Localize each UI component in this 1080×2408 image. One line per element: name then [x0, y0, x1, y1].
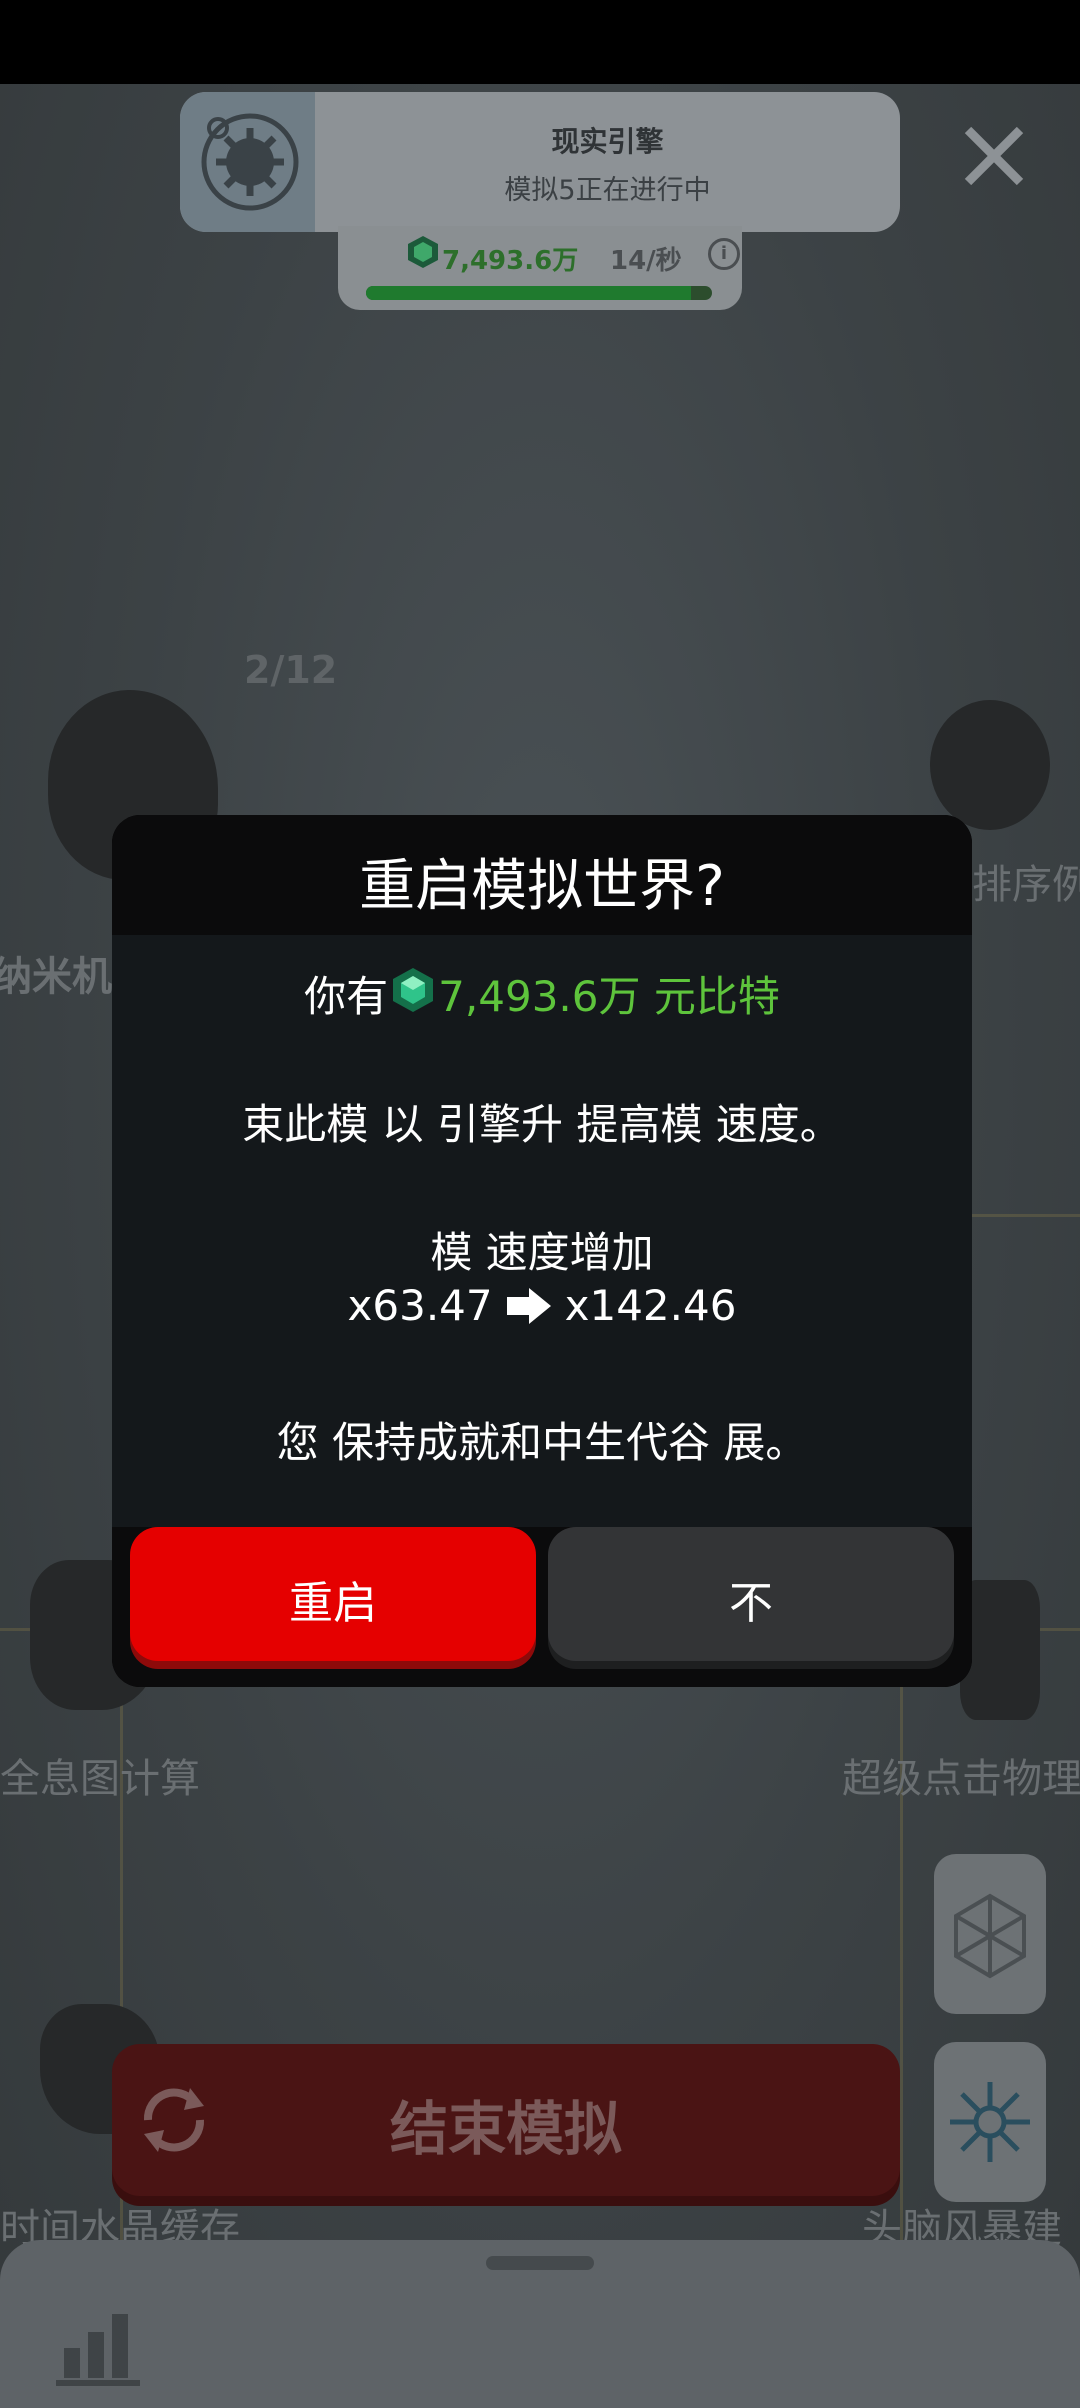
gear-icon [201, 113, 299, 211]
status-bar [0, 0, 1080, 84]
node-rock[interactable] [930, 700, 1050, 830]
engine-title: 现实引擎 [551, 125, 664, 158]
engine-card[interactable]: 现实引擎 模拟5正在进行中 [180, 92, 900, 232]
restart-button[interactable]: 重启 [130, 1527, 536, 1661]
balance-line: 你有 7,493.6万 元比特 [112, 963, 972, 1024]
end-simulation-button[interactable]: 结束模拟 [112, 2044, 900, 2196]
restart-dialog: 重启模拟世界? 你有 7,493.6万 元比特 束此模 以 引擎升 提高模 速度… [112, 815, 972, 1687]
dialog-title: 重启模拟世界? [359, 854, 725, 919]
keep-progress-note: 您 保持成就和中生代谷 展。 [276, 1418, 808, 1467]
gem-icon [393, 968, 434, 1012]
node-label: 超级点击物理 [842, 1756, 1080, 1802]
info-icon[interactable]: i [708, 238, 740, 270]
resource-amount: 7,493.6万 [442, 246, 579, 276]
level-counter: 2/12 [244, 648, 338, 692]
dialog-header: 重启模拟世界? [112, 815, 972, 935]
progress-bar-fill [366, 286, 692, 300]
node-label: 全息图计算 [0, 1756, 200, 1802]
network-button[interactable] [934, 1854, 1046, 2014]
speed-to: x142.46 [564, 1281, 737, 1330]
network-icon [954, 1893, 1026, 1979]
arrow-right-icon [506, 1288, 551, 1324]
progress-bar [366, 286, 712, 300]
speed-label: 模 速度增加 [430, 1228, 654, 1277]
sheet-handle[interactable] [486, 2256, 594, 2270]
bottom-sheet[interactable] [0, 2240, 1080, 2408]
node-label: 纳米机 [0, 954, 112, 1000]
cancel-button[interactable]: 不 [548, 1527, 954, 1661]
end-simulation-label: 结束模拟 [389, 2095, 622, 2163]
bar-chart-icon[interactable] [56, 2306, 140, 2386]
balance-prefix: 你有 [304, 972, 389, 1021]
engine-status: 模拟5正在进行中 [504, 175, 711, 206]
close-icon[interactable] [958, 120, 1030, 192]
speed-change: x63.47 x142.46 [112, 1281, 972, 1330]
gem-icon [408, 236, 438, 268]
dialog-body: 你有 7,493.6万 元比特 束此模 以 引擎升 提高模 速度。 模 速度增加… [112, 935, 972, 1527]
node-rock[interactable] [960, 1580, 1040, 1720]
restart-explanation: 束此模 以 引擎升 提高模 速度。 [242, 1100, 842, 1149]
neuron-button[interactable] [934, 2042, 1046, 2202]
resource-rate: 14/秒 [610, 246, 682, 276]
node-label: 排序例 [972, 862, 1080, 908]
neuron-icon [950, 2082, 1030, 2162]
balance-amount: 7,493.6万 元比特 [438, 972, 780, 1021]
grid-line [960, 1214, 1080, 1217]
speed-from: x63.47 [347, 1281, 493, 1330]
cancel-button-label: 不 [729, 1578, 773, 1629]
engine-icon-box [180, 92, 315, 232]
restart-button-label: 重启 [289, 1578, 377, 1629]
resource-pill: 7,493.6万 14/秒 i [338, 226, 742, 310]
